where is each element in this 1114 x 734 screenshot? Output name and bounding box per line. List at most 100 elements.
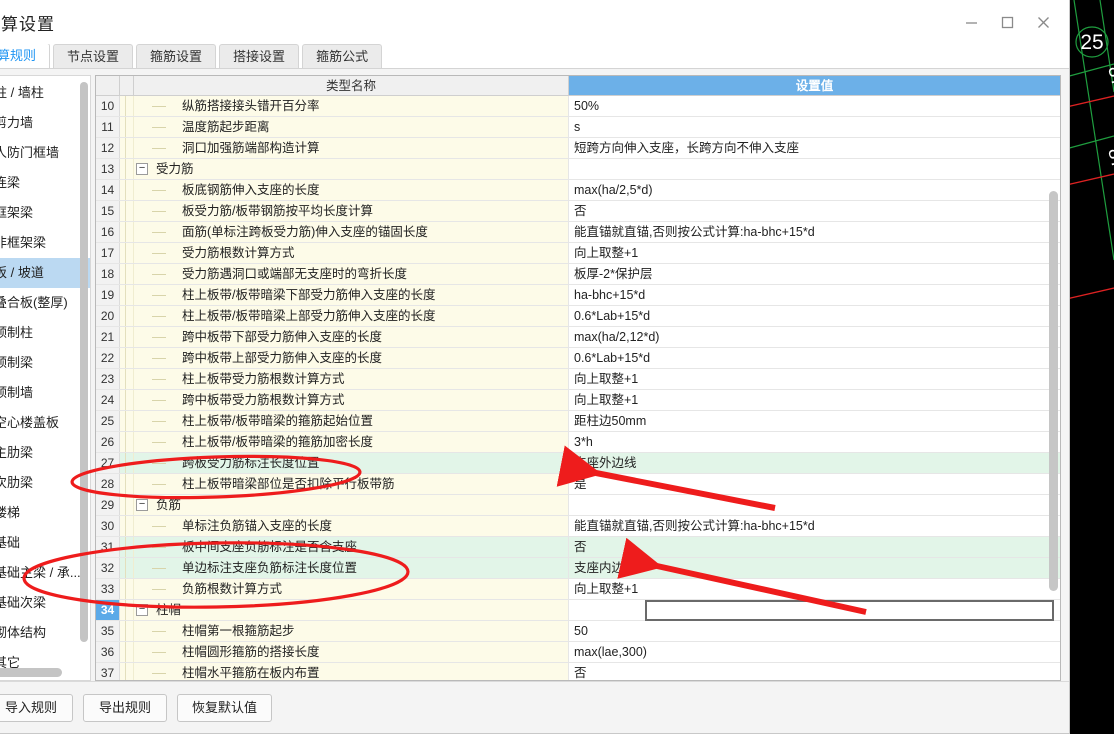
- row-value-cell[interactable]: 板厚-2*保护层: [569, 264, 1060, 284]
- maximize-icon[interactable]: [989, 7, 1025, 37]
- row-name-cell[interactable]: 纵筋搭接接头错开百分率: [134, 96, 569, 116]
- row-value-cell[interactable]: 否: [569, 663, 1060, 680]
- row-name-cell[interactable]: 柱上板带/板带暗梁的箍筋起始位置: [134, 411, 569, 431]
- row-number[interactable]: 26: [96, 432, 120, 452]
- row-number[interactable]: 35: [96, 621, 120, 641]
- row-value-cell[interactable]: 50%: [569, 96, 1060, 116]
- tab-3[interactable]: 搭接设置: [219, 44, 300, 68]
- row-number[interactable]: 27: [96, 453, 120, 473]
- row-value-cell[interactable]: max(lae,300): [569, 642, 1060, 662]
- row-number[interactable]: 30: [96, 516, 120, 536]
- table-row[interactable]: 33 负筋根数计算方式 向上取整+1: [96, 579, 1060, 600]
- row-value-cell[interactable]: [569, 495, 1060, 515]
- collapse-minus-icon[interactable]: −: [136, 499, 148, 511]
- table-row[interactable]: 17 受力筋根数计算方式 向上取整+1: [96, 243, 1060, 264]
- row-value-cell[interactable]: 向上取整+1: [569, 579, 1060, 599]
- row-number[interactable]: 19: [96, 285, 120, 305]
- row-number[interactable]: 28: [96, 474, 120, 494]
- row-name-cell[interactable]: 受力筋遇洞口或端部无支座时的弯折长度: [134, 264, 569, 284]
- row-number[interactable]: 10: [96, 96, 120, 116]
- tab-1[interactable]: 节点设置: [53, 44, 134, 68]
- table-row[interactable]: 12 洞口加强筋端部构造计算 短跨方向伸入支座，长跨方向不伸入支座: [96, 138, 1060, 159]
- tab-0[interactable]: 算规则: [0, 43, 51, 68]
- row-name-cell[interactable]: 负筋根数计算方式: [134, 579, 569, 599]
- table-row[interactable]: 26 柱上板带/板带暗梁的箍筋加密长度 3*h: [96, 432, 1060, 453]
- row-name-cell[interactable]: − 柱帽: [134, 600, 569, 620]
- minimize-icon[interactable]: [953, 7, 989, 37]
- row-name-cell[interactable]: 板受力筋/板带钢筋按平均长度计算: [134, 201, 569, 221]
- row-number[interactable]: 16: [96, 222, 120, 242]
- row-number[interactable]: 34: [96, 600, 120, 620]
- row-value-cell[interactable]: 支座内边线: [569, 558, 1060, 578]
- row-value-cell[interactable]: 向上取整+1: [569, 390, 1060, 410]
- row-name-cell[interactable]: 单边标注支座负筋标注长度位置: [134, 558, 569, 578]
- sidebar-item-12[interactable]: 主肋梁: [0, 438, 90, 468]
- row-value-cell[interactable]: 支座外边线: [569, 453, 1060, 473]
- footer-button-0[interactable]: 导入规则: [0, 693, 73, 722]
- row-number[interactable]: 25: [96, 411, 120, 431]
- sidebar-vertical-scrollbar[interactable]: [80, 82, 88, 642]
- row-name-cell[interactable]: 洞口加强筋端部构造计算: [134, 138, 569, 158]
- collapse-minus-icon[interactable]: −: [136, 604, 148, 616]
- table-row[interactable]: 27 跨板受力筋标注长度位置 支座外边线: [96, 453, 1060, 474]
- table-row[interactable]: 21 跨中板带下部受力筋伸入支座的长度 max(ha/2,12*d): [96, 327, 1060, 348]
- row-value-cell[interactable]: 能直锚就直锚,否则按公式计算:ha-bhc+15*d: [569, 222, 1060, 242]
- row-value-cell[interactable]: [569, 159, 1060, 179]
- row-value-cell[interactable]: 距柱边50mm: [569, 411, 1060, 431]
- table-row[interactable]: 36 柱帽圆形箍筋的搭接长度 max(lae,300): [96, 642, 1060, 663]
- row-name-cell[interactable]: 柱帽水平箍筋在板内布置: [134, 663, 569, 680]
- row-number[interactable]: 12: [96, 138, 120, 158]
- row-name-cell[interactable]: 跨中板带下部受力筋伸入支座的长度: [134, 327, 569, 347]
- grid-vertical-scrollbar[interactable]: [1049, 191, 1058, 591]
- table-row[interactable]: 19 柱上板带/板带暗梁下部受力筋伸入支座的长度 ha-bhc+15*d: [96, 285, 1060, 306]
- table-row[interactable]: 30 单标注负筋锚入支座的长度 能直锚就直锚,否则按公式计算:ha-bhc+15*d: [96, 516, 1060, 537]
- sidebar-item-6[interactable]: 板 / 坡道: [0, 258, 90, 288]
- row-number[interactable]: 29: [96, 495, 120, 515]
- grid-header-name[interactable]: 类型名称: [134, 76, 569, 95]
- table-row[interactable]: 20 柱上板带/板带暗梁上部受力筋伸入支座的长度 0.6*Lab+15*d: [96, 306, 1060, 327]
- row-value-cell[interactable]: 否: [569, 537, 1060, 557]
- table-row[interactable]: 23 柱上板带受力筋根数计算方式 向上取整+1: [96, 369, 1060, 390]
- row-name-cell[interactable]: 柱帽第一根箍筋起步: [134, 621, 569, 641]
- tab-4[interactable]: 箍筋公式: [302, 44, 383, 68]
- row-value-cell[interactable]: 能直锚就直锚,否则按公式计算:ha-bhc+15*d: [569, 516, 1060, 536]
- active-cell-editor-border[interactable]: [645, 600, 1054, 621]
- sidebar-item-1[interactable]: 剪力墙: [0, 108, 90, 138]
- row-name-cell[interactable]: 跨板受力筋标注长度位置: [134, 453, 569, 473]
- row-name-cell[interactable]: 柱上板带受力筋根数计算方式: [134, 369, 569, 389]
- table-row[interactable]: 32 单边标注支座负筋标注长度位置 支座内边线: [96, 558, 1060, 579]
- sidebar-horizontal-scrollbar[interactable]: [0, 668, 62, 677]
- sidebar-item-10[interactable]: 预制墙: [0, 378, 90, 408]
- row-value-cell[interactable]: 短跨方向伸入支座，长跨方向不伸入支座: [569, 138, 1060, 158]
- sidebar-item-14[interactable]: 楼梯: [0, 498, 90, 528]
- row-number[interactable]: 20: [96, 306, 120, 326]
- row-name-cell[interactable]: 板中间支座负筋标注是否含支座: [134, 537, 569, 557]
- table-row[interactable]: 29 − 负筋: [96, 495, 1060, 516]
- row-value-cell[interactable]: 向上取整+1: [569, 369, 1060, 389]
- row-value-cell[interactable]: s: [569, 117, 1060, 137]
- row-name-cell[interactable]: 单标注负筋锚入支座的长度: [134, 516, 569, 536]
- table-row[interactable]: 37 柱帽水平箍筋在板内布置 否: [96, 663, 1060, 680]
- row-name-cell[interactable]: 柱帽圆形箍筋的搭接长度: [134, 642, 569, 662]
- row-name-cell[interactable]: 跨中板带上部受力筋伸入支座的长度: [134, 348, 569, 368]
- row-name-cell[interactable]: 柱上板带/板带暗梁下部受力筋伸入支座的长度: [134, 285, 569, 305]
- row-name-cell[interactable]: 板底钢筋伸入支座的长度: [134, 180, 569, 200]
- table-row[interactable]: 24 跨中板带受力筋根数计算方式 向上取整+1: [96, 390, 1060, 411]
- row-name-cell[interactable]: − 负筋: [134, 495, 569, 515]
- table-row[interactable]: 14 板底钢筋伸入支座的长度 max(ha/2,5*d): [96, 180, 1060, 201]
- row-number[interactable]: 14: [96, 180, 120, 200]
- row-value-cell[interactable]: max(ha/2,12*d): [569, 327, 1060, 347]
- table-row[interactable]: 18 受力筋遇洞口或端部无支座时的弯折长度 板厚-2*保护层: [96, 264, 1060, 285]
- sidebar-item-7[interactable]: 叠合板(整厚): [0, 288, 90, 318]
- footer-button-2[interactable]: 恢复默认值: [177, 693, 273, 722]
- tab-2[interactable]: 箍筋设置: [136, 44, 217, 68]
- row-value-cell[interactable]: 否: [569, 201, 1060, 221]
- table-row[interactable]: 35 柱帽第一根箍筋起步 50: [96, 621, 1060, 642]
- table-row[interactable]: 34 − 柱帽: [96, 600, 1060, 621]
- collapse-minus-icon[interactable]: −: [136, 163, 148, 175]
- row-value-cell[interactable]: ha-bhc+15*d: [569, 285, 1060, 305]
- row-name-cell[interactable]: 温度筋起步距离: [134, 117, 569, 137]
- sidebar-item-4[interactable]: 框架梁: [0, 198, 90, 228]
- sidebar-item-9[interactable]: 预制梁: [0, 348, 90, 378]
- table-row[interactable]: 16 面筋(单标注跨板受力筋)伸入支座的锚固长度 能直锚就直锚,否则按公式计算:ha…: [96, 222, 1060, 243]
